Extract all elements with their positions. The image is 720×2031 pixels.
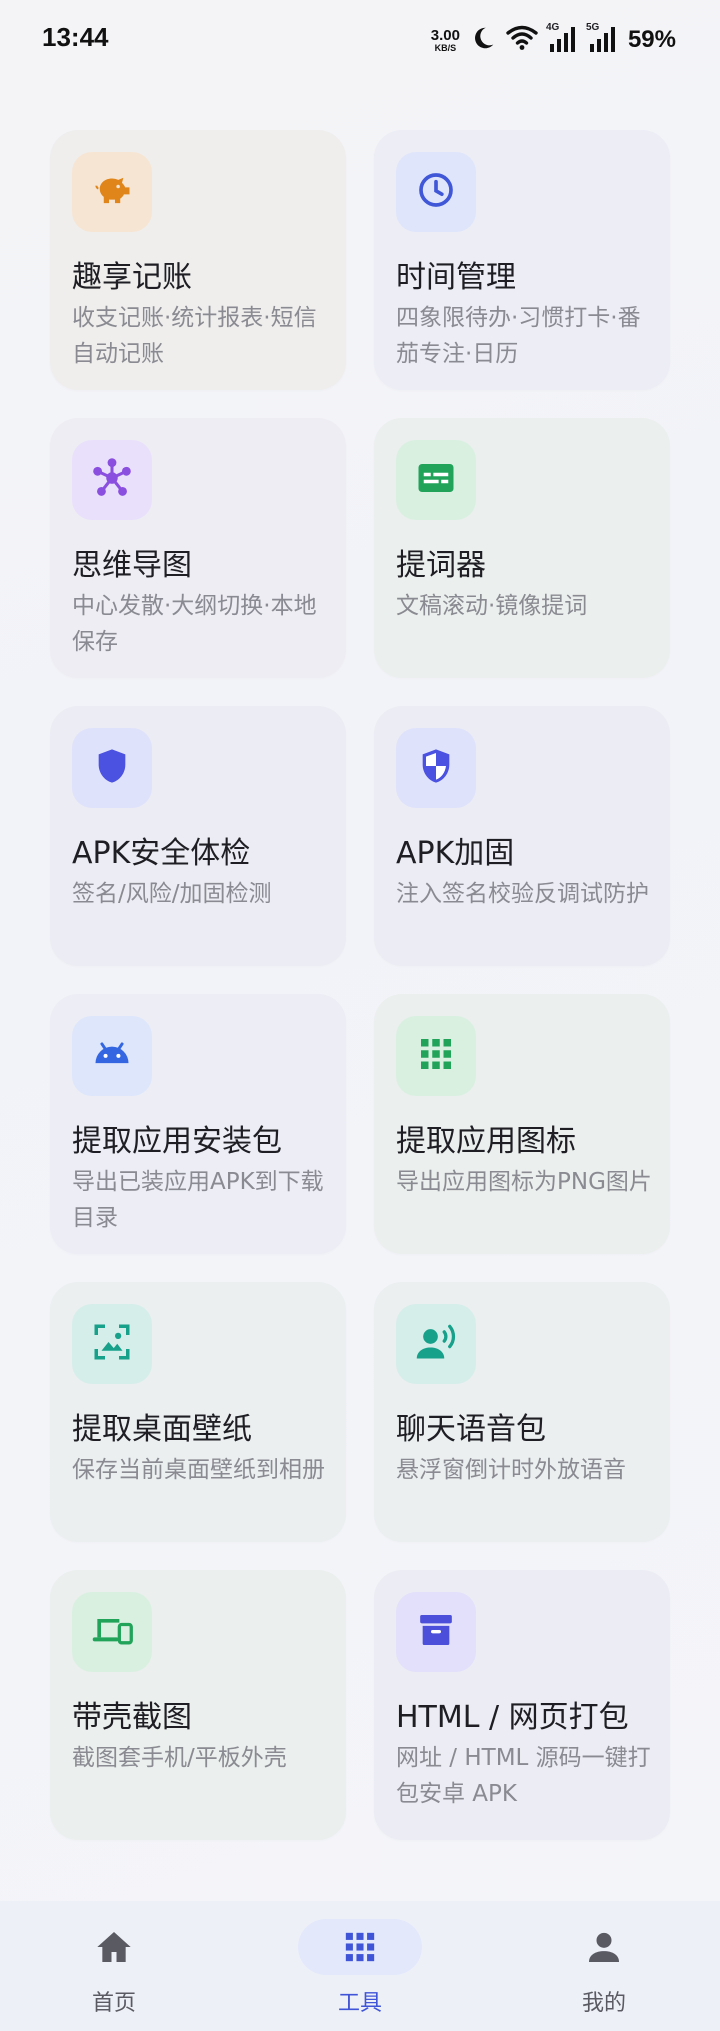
status-time: 13:44: [42, 22, 109, 52]
tool-card-teleprompter[interactable]: 提词器 文稿滚动·镜像提词: [374, 418, 670, 678]
wifi-icon: [506, 25, 538, 55]
nav-item-home[interactable]: 首页: [24, 1901, 204, 2031]
tool-card-voice-pack[interactable]: 聊天语音包 悬浮窗倒计时外放语音: [374, 1282, 670, 1542]
tool-description: 网址 / HTML 源码一键打包安卓 APK: [396, 1745, 651, 1807]
tool-description: 导出已装应用APK到下载目录: [72, 1169, 324, 1231]
signal-5g-label: 5G: [585, 22, 600, 33]
bottom-navigation: 首页 工具 我的: [0, 1901, 720, 2031]
tool-title: HTML / 网页打包: [396, 1700, 629, 1735]
apps-grid-icon: [418, 1036, 454, 1076]
tool-card-extract-icon[interactable]: 提取应用图标 导出应用图标为PNG图片: [374, 994, 670, 1254]
home-icon: [94, 1927, 134, 1967]
android-icon: [90, 1032, 134, 1080]
tool-card-apk-security-check[interactable]: APK安全体检 签名/风险/加固检测: [50, 706, 346, 966]
tool-description: 导出应用图标为PNG图片: [396, 1169, 652, 1195]
moon-icon: [470, 25, 496, 55]
tool-title: 提取应用安装包: [72, 1124, 282, 1159]
network-speed: 3.00 KB/S: [431, 28, 460, 53]
nav-item-tools[interactable]: 工具: [270, 1901, 450, 2031]
tool-card-time-management[interactable]: 时间管理 四象限待办·习惯打卡·番茄专注·日历: [374, 130, 670, 390]
tool-description: 中心发散·大纲切换·本地保存: [72, 593, 317, 655]
tool-icon-box: [72, 440, 152, 520]
nav-item-profile[interactable]: 我的: [514, 1901, 694, 2031]
tool-description: 签名/风险/加固检测: [72, 881, 272, 907]
clock-icon: [416, 170, 456, 214]
devices-icon: [90, 1608, 134, 1656]
tool-card-extract-apk[interactable]: 提取应用安装包 导出已装应用APK到下载目录: [50, 994, 346, 1254]
tool-title: 提取桌面壁纸: [72, 1412, 252, 1447]
archive-box-icon: [416, 1610, 456, 1654]
tool-title: 思维导图: [72, 548, 192, 583]
mind-map-icon: [89, 455, 135, 505]
tool-title: 聊天语音包: [396, 1412, 546, 1447]
tool-icon-box: [72, 152, 152, 232]
tool-description: 收支记账·统计报表·短信自动记账: [72, 305, 317, 367]
status-icons: 3.00 KB/S 4G 5G 59%: [431, 20, 676, 60]
shield-icon: [92, 746, 132, 790]
tool-description: 注入签名校验反调试防护: [396, 881, 649, 907]
tool-title: APK加固: [396, 836, 515, 871]
tool-card-html-packager[interactable]: HTML / 网页打包 网址 / HTML 源码一键打包安卓 APK: [374, 1570, 670, 1840]
tool-card-bookkeeping[interactable]: 趣享记账 收支记账·统计报表·短信自动记账: [50, 130, 346, 390]
tool-description: 四象限待办·习惯打卡·番茄专注·日历: [396, 305, 641, 367]
tool-card-mind-map[interactable]: 思维导图 中心发散·大纲切换·本地保存: [50, 418, 346, 678]
tool-icon-box: [72, 1016, 152, 1096]
tool-description: 文稿滚动·镜像提词: [396, 593, 588, 619]
tool-title: 趣享记账: [72, 260, 192, 295]
network-speed-unit: KB/S: [434, 42, 457, 53]
tool-description: 截图套手机/平板外壳: [72, 1745, 287, 1771]
tool-title: 带壳截图: [72, 1700, 192, 1735]
tool-card-extract-wallpaper[interactable]: 提取桌面壁纸 保存当前桌面壁纸到相册: [50, 1282, 346, 1542]
nav-label-tools: 工具: [337, 1991, 382, 2016]
tool-description: 保存当前桌面壁纸到相册: [72, 1457, 325, 1483]
nav-label-profile: 我的: [581, 1991, 626, 2016]
tool-icon-box: [396, 152, 476, 232]
tool-icon-box: [72, 1304, 152, 1384]
nav-label-home: 首页: [91, 1991, 136, 2016]
status-bar: 13:44 3.00 KB/S 4G 5G 59%: [0, 0, 720, 80]
piggy-bank-icon: [91, 169, 133, 215]
tool-icon-box: [72, 1592, 152, 1672]
network-speed-value: 3.00: [430, 26, 460, 44]
tool-title: 提取应用图标: [396, 1124, 576, 1159]
tool-icon-box: [396, 440, 476, 520]
tool-icon-box: [396, 1592, 476, 1672]
signal-4g-label: 4G: [545, 22, 560, 33]
cellular-signal-4g-icon: 4G: [546, 22, 578, 54]
wallpaper-icon: [91, 1321, 133, 1367]
voice-person-icon: [414, 1320, 458, 1368]
cellular-signal-5g-icon: 5G: [586, 22, 618, 54]
tool-icon-box: [396, 1016, 476, 1096]
teleprompter-icon: [415, 457, 457, 503]
tool-card-apk-hardening[interactable]: APK加固 注入签名校验反调试防护: [374, 706, 670, 966]
tool-icon-box: [396, 1304, 476, 1384]
tool-icon-box: [396, 728, 476, 808]
tool-title: APK安全体检: [72, 836, 251, 871]
tool-icon-box: [72, 728, 152, 808]
person-icon: [584, 1927, 624, 1967]
tool-title: 时间管理: [396, 260, 516, 295]
tool-title: 提词器: [396, 548, 486, 583]
tool-description: 悬浮窗倒计时外放语音: [396, 1457, 626, 1483]
battery-level: 59%: [627, 26, 676, 53]
tool-card-framed-screenshot[interactable]: 带壳截图 截图套手机/平板外壳: [50, 1570, 346, 1840]
apps-grid-icon: [340, 1927, 380, 1967]
security-shield-icon: [416, 746, 456, 790]
